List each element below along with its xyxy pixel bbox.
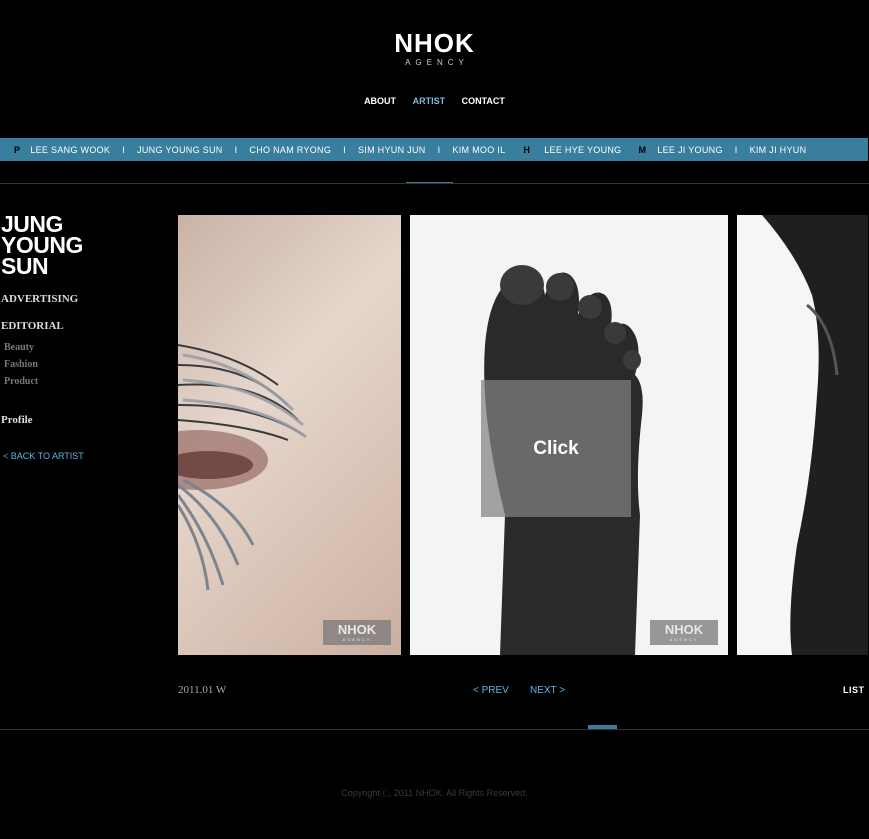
artist-link[interactable]: KIM MOO IL	[452, 145, 505, 155]
gallery-photo-leg[interactable]	[737, 215, 868, 655]
artist-link[interactable]: LEE SANG WOOK	[30, 145, 110, 155]
back-to-artist-link[interactable]: < BACK TO ARTIST	[3, 451, 84, 461]
logo-text: NHOK	[394, 28, 475, 58]
divider-bottom	[0, 729, 869, 730]
nav-contact[interactable]: CONTACT	[462, 96, 505, 106]
group-letter-p: P	[14, 144, 21, 155]
category-profile[interactable]: Profile	[1, 414, 33, 426]
artist-link[interactable]: JUNG YOUNG SUN	[137, 145, 223, 155]
eyelash-image	[178, 344, 307, 591]
group-letter-m: M	[638, 144, 647, 155]
watermark-sub: AGENCY	[342, 637, 372, 642]
separator: I	[234, 144, 238, 155]
artist-link[interactable]: KIM JI HYUN	[750, 145, 807, 155]
artist-bar: P LEE SANG WOOK I JUNG YOUNG SUN I CHO N…	[0, 138, 868, 161]
gallery-photo-foot[interactable]: Click NHOK AGENCY	[410, 215, 728, 655]
watermark-main: NHOK	[664, 622, 704, 637]
nav-about[interactable]: ABOUT	[364, 96, 396, 106]
artist-link[interactable]: CHO NAM RYONG	[249, 145, 331, 155]
separator: I	[122, 144, 126, 155]
list-link[interactable]: LIST	[843, 685, 865, 695]
divider-top	[0, 183, 869, 184]
artist-link[interactable]: LEE JI YOUNG	[657, 145, 722, 155]
category-advertising[interactable]: ADVERTISING	[1, 293, 78, 305]
separator: I	[734, 144, 738, 155]
logo-subtext: AGENCY	[405, 58, 469, 67]
artist-link[interactable]: SIM HYUN JUN	[358, 145, 426, 155]
separator: I	[437, 144, 441, 155]
group-letter-h: H	[523, 144, 531, 155]
click-overlay[interactable]: Click	[481, 380, 631, 517]
artist-name-title: JUNG YOUNG SUN	[1, 213, 83, 279]
watermark: NHOK AGENCY	[650, 620, 718, 645]
nav-artist[interactable]: ARTIST	[413, 96, 446, 106]
subcategory-product[interactable]: Product	[4, 376, 38, 387]
subcategory-fashion[interactable]: Fashion	[4, 359, 38, 370]
separator: I	[343, 144, 346, 155]
prev-link[interactable]: < PREV	[473, 685, 509, 696]
watermark: NHOK AGENCY	[323, 620, 391, 645]
watermark-main: NHOK	[337, 622, 377, 637]
nhok-logo[interactable]: NHOK AGENCY	[0, 30, 869, 67]
top-nav: ABOUT ARTIST CONTACT	[0, 96, 869, 106]
copyright-text: Copyrightⓒ, 2011 NHOK. All Rights Reserv…	[341, 788, 528, 798]
artist-link[interactable]: LEE HYE YOUNG	[544, 145, 621, 155]
gallery-photo-eyelash[interactable]: NHOK AGENCY	[178, 215, 401, 655]
section-indicator	[406, 182, 453, 183]
watermark-sub: AGENCY	[669, 637, 699, 642]
photo-date: 2011.01 W	[178, 684, 227, 696]
category-editorial[interactable]: EDITORIAL	[1, 320, 64, 332]
title-line: SUN	[1, 253, 49, 279]
subcategory-beauty[interactable]: Beauty	[4, 342, 34, 353]
next-link[interactable]: NEXT >	[530, 685, 565, 696]
leg-image	[762, 215, 868, 655]
